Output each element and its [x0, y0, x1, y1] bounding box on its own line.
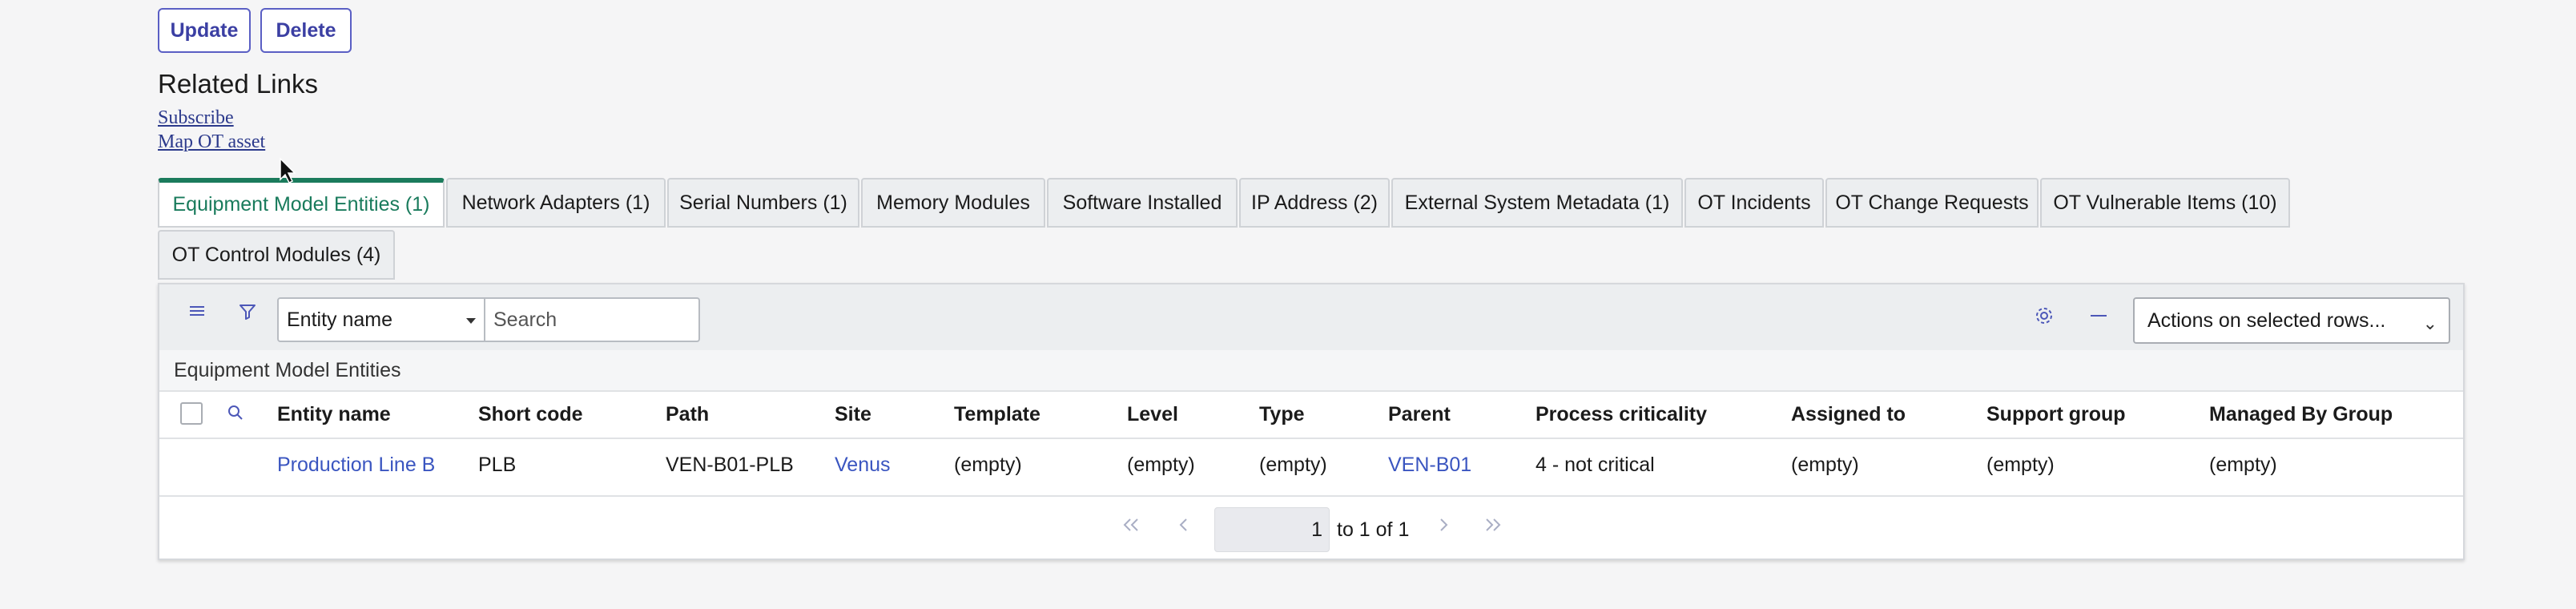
main-content: Update Delete Related Links Subscribe Ma…	[0, 0, 2576, 609]
column-header-level[interactable]: Level	[1127, 403, 1178, 426]
actions-on-selected-rows-select[interactable]: Actions on selected rows... ⌄	[2133, 297, 2450, 344]
cell-process-criticality: 4 - not critical	[1536, 454, 1655, 476]
search-input[interactable]: Search	[485, 297, 700, 342]
filter-icon[interactable]	[238, 302, 257, 325]
column-header-parent[interactable]: Parent	[1388, 403, 1451, 426]
last-page-icon[interactable]	[1483, 516, 1503, 538]
cell-template: (empty)	[954, 454, 1022, 476]
chevron-down-icon: ⌄	[2422, 313, 2437, 333]
table-header: Entity name Short code Path Site Templat…	[159, 391, 2463, 439]
list-toolbar: Entity name Search Actions on selected r…	[159, 284, 2463, 350]
page-number-input[interactable]: 1	[1214, 507, 1330, 552]
cell-type: (empty)	[1259, 454, 1327, 476]
delete-button[interactable]: Delete	[260, 8, 352, 53]
minus-icon[interactable]	[2088, 305, 2109, 330]
tab-memory-modules[interactable]: Memory Modules	[861, 178, 1045, 228]
search-field-value: Entity name	[287, 308, 393, 331]
column-header-type[interactable]: Type	[1259, 403, 1305, 426]
search-icon[interactable]	[225, 402, 246, 427]
tab-ot-vulnerable-items[interactable]: OT Vulnerable Items (10)	[2040, 178, 2290, 228]
select-all-checkbox[interactable]	[180, 402, 203, 425]
search-field-select[interactable]: Entity name	[277, 297, 485, 342]
list-title-bar: Equipment Model Entities	[159, 350, 2463, 392]
page-number-value: 1	[1311, 518, 1322, 541]
column-header-path[interactable]: Path	[666, 403, 709, 426]
related-list-panel: Entity name Search Actions on selected r…	[158, 283, 2465, 560]
next-page-icon[interactable]	[1436, 516, 1451, 538]
tab-network-adapters[interactable]: Network Adapters (1)	[446, 178, 666, 228]
actions-select-value: Actions on selected rows...	[2147, 309, 2386, 332]
cell-support-group: (empty)	[1986, 454, 2055, 476]
pagination-summary: to 1 of 1	[1337, 518, 1410, 541]
column-header-short-code[interactable]: Short code	[478, 403, 583, 426]
tab-ip-address[interactable]: IP Address (2)	[1239, 178, 1390, 228]
cursor-icon	[279, 157, 296, 188]
column-header-entity-name[interactable]: Entity name	[277, 403, 391, 426]
cell-path: VEN-B01-PLB	[666, 454, 794, 476]
tab-external-system-metadata[interactable]: External System Metadata (1)	[1391, 178, 1683, 228]
cell-level: (empty)	[1127, 454, 1195, 476]
column-header-managed-by-group[interactable]: Managed By Group	[2209, 403, 2393, 426]
tab-ot-change-requests[interactable]: OT Change Requests	[1825, 178, 2039, 228]
first-page-icon[interactable]	[1121, 516, 1141, 538]
column-header-template[interactable]: Template	[954, 403, 1040, 426]
pagination: 1 to 1 of 1	[159, 497, 2463, 559]
cell-short-code: PLB	[478, 454, 517, 476]
tab-equipment-model-entities[interactable]: Equipment Model Entities (1)	[158, 178, 445, 228]
column-header-site[interactable]: Site	[835, 403, 871, 426]
gear-icon[interactable]	[2034, 305, 2055, 330]
cell-site-link[interactable]: Venus	[835, 454, 891, 477]
subscribe-link[interactable]: Subscribe	[158, 107, 234, 129]
related-links-title: Related Links	[158, 69, 318, 99]
chevron-down-icon	[466, 318, 476, 324]
column-header-process-criticality[interactable]: Process criticality	[1536, 403, 1707, 426]
tab-software-installed[interactable]: Software Installed	[1047, 178, 1238, 228]
cell-parent-link[interactable]: VEN-B01	[1388, 454, 1471, 477]
column-header-assigned-to[interactable]: Assigned to	[1791, 403, 1906, 426]
update-button[interactable]: Update	[158, 8, 251, 53]
tab-serial-numbers[interactable]: Serial Numbers (1)	[667, 178, 859, 228]
cell-assigned-to: (empty)	[1791, 454, 1859, 476]
prev-page-icon[interactable]	[1177, 516, 1191, 538]
list-menu-icon[interactable]	[188, 302, 206, 324]
tab-ot-incidents[interactable]: OT Incidents	[1684, 178, 1824, 228]
search-placeholder: Search	[493, 308, 557, 331]
cell-managed-by-group: (empty)	[2209, 454, 2277, 476]
table-row: Production Line B PLB VEN-B01-PLB Venus …	[159, 439, 2463, 497]
column-header-support-group[interactable]: Support group	[1986, 403, 2126, 426]
list-title: Equipment Model Entities	[174, 359, 401, 381]
cell-entity-name-link[interactable]: Production Line B	[277, 454, 435, 477]
map-ot-asset-link[interactable]: Map OT asset	[158, 131, 265, 153]
tab-ot-control-modules[interactable]: OT Control Modules (4)	[158, 230, 395, 280]
